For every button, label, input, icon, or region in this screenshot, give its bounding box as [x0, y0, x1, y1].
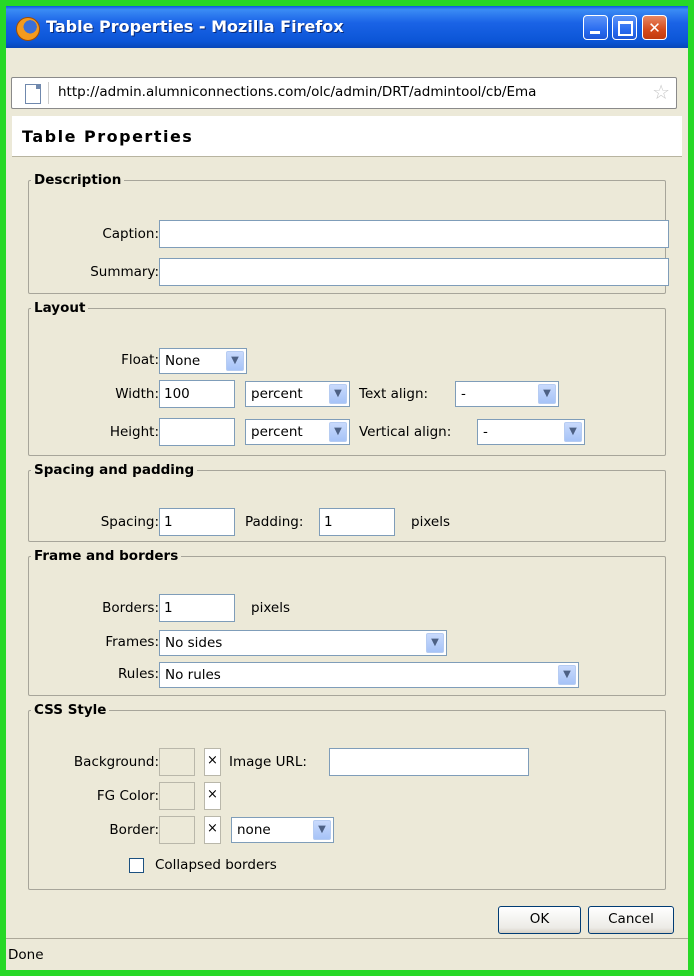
- image-url-label: Image URL:: [229, 754, 307, 770]
- float-value: None: [165, 353, 201, 369]
- chevron-down-icon: ▼: [538, 384, 556, 404]
- border-color-swatch[interactable]: [159, 816, 195, 844]
- text-align-label: Text align:: [359, 386, 429, 402]
- description-fieldset: Description Caption: Summary:: [28, 172, 669, 294]
- background-clear-icon[interactable]: ×: [204, 748, 221, 776]
- background-color-swatch[interactable]: [159, 748, 195, 776]
- height-unit-select[interactable]: percent ▼: [245, 419, 350, 445]
- frame-fieldset: Frame and borders Borders: pixels Frames…: [28, 548, 666, 696]
- chevron-down-icon: ▼: [329, 422, 347, 442]
- title-bar[interactable]: Table Properties - Mozilla Firefox ✕: [6, 6, 688, 48]
- frames-label: Frames:: [105, 634, 159, 650]
- frames-select[interactable]: No sides ▼: [159, 630, 447, 656]
- border-clear-icon[interactable]: ×: [204, 816, 221, 844]
- height-input[interactable]: [159, 418, 235, 446]
- css-style-legend: CSS Style: [34, 702, 107, 718]
- chevron-down-icon: ▼: [329, 384, 347, 404]
- css-style-fieldset: CSS Style Background: × Image URL: FG Co…: [28, 702, 666, 890]
- address-bar[interactable]: http://admin.alumniconnections.com/olc/a…: [11, 77, 677, 109]
- chevron-down-icon: ▼: [313, 820, 331, 840]
- chevron-down-icon: ▼: [558, 665, 576, 685]
- spacing-input[interactable]: [159, 508, 235, 536]
- minimize-icon[interactable]: [583, 15, 608, 40]
- border-style-value: none: [237, 822, 271, 838]
- text-align-value: -: [461, 386, 466, 402]
- width-label: Width:: [115, 386, 159, 402]
- background-label: Background:: [73, 754, 159, 770]
- rules-label: Rules:: [118, 666, 159, 682]
- text-align-select[interactable]: - ▼: [455, 381, 559, 407]
- width-unit-select[interactable]: percent ▼: [245, 381, 350, 407]
- rules-value: No rules: [165, 667, 221, 683]
- width-input[interactable]: [159, 380, 235, 408]
- collapsed-borders-checkbox[interactable]: [129, 858, 144, 873]
- width-unit-value: percent: [251, 386, 303, 402]
- vertical-align-select[interactable]: - ▼: [477, 419, 585, 445]
- padding-label: Padding:: [245, 514, 304, 530]
- summary-label: Summary:: [90, 264, 159, 280]
- bookmark-star-icon[interactable]: ☆: [652, 81, 670, 103]
- page-icon: [25, 84, 41, 104]
- layout-fieldset: Layout Float: None ▼ Width: percent ▼ Te…: [28, 300, 666, 456]
- url-text[interactable]: http://admin.alumniconnections.com/olc/a…: [58, 84, 638, 100]
- header-band: Table Properties: [12, 116, 682, 157]
- rules-select[interactable]: No rules ▼: [159, 662, 579, 688]
- firefox-window: Table Properties - Mozilla Firefox ✕ htt…: [6, 6, 688, 970]
- chevron-down-icon: ▼: [564, 422, 582, 442]
- address-bar-area: http://admin.alumniconnections.com/olc/a…: [6, 48, 688, 116]
- fg-color-swatch[interactable]: [159, 782, 195, 810]
- float-label: Float:: [121, 352, 159, 368]
- url-separator: [48, 82, 49, 104]
- close-icon[interactable]: ✕: [642, 15, 667, 40]
- fg-color-clear-icon[interactable]: ×: [204, 782, 221, 810]
- spacing-label: Spacing:: [100, 514, 159, 530]
- ok-button[interactable]: OK: [498, 906, 581, 934]
- page-title: Table Properties: [22, 127, 194, 146]
- image-url-input[interactable]: [329, 748, 529, 776]
- height-label: Height:: [109, 424, 159, 440]
- maximize-icon[interactable]: [612, 15, 637, 40]
- window-title: Table Properties - Mozilla Firefox: [46, 17, 344, 36]
- firefox-icon: [16, 17, 40, 41]
- frames-value: No sides: [165, 635, 223, 651]
- status-bar: Done: [6, 938, 688, 970]
- description-legend: Description: [34, 172, 122, 188]
- borders-unit-label: pixels: [251, 600, 290, 616]
- height-unit-value: percent: [251, 424, 303, 440]
- borders-input[interactable]: [159, 594, 235, 622]
- vertical-align-label: Vertical align:: [359, 424, 452, 440]
- border-style-select[interactable]: none ▼: [231, 817, 334, 843]
- chevron-down-icon: ▼: [226, 351, 244, 371]
- float-select[interactable]: None ▼: [159, 348, 247, 374]
- cancel-button[interactable]: Cancel: [588, 906, 674, 934]
- vertical-align-value: -: [483, 424, 488, 440]
- padding-input[interactable]: [319, 508, 395, 536]
- collapsed-borders-label: Collapsed borders: [155, 857, 277, 873]
- spacing-legend: Spacing and padding: [34, 462, 195, 478]
- caption-input[interactable]: [159, 220, 669, 248]
- spacing-unit-label: pixels: [411, 514, 450, 530]
- chevron-down-icon: ▼: [426, 633, 444, 653]
- status-text: Done: [8, 947, 44, 963]
- caption-label: Caption:: [102, 226, 159, 242]
- layout-legend: Layout: [34, 300, 86, 316]
- fg-color-label: FG Color:: [96, 788, 159, 804]
- borders-label: Borders:: [102, 600, 159, 616]
- dialog-content: Table Properties Description Caption: Su…: [12, 116, 682, 936]
- spacing-fieldset: Spacing and padding Spacing: Padding: pi…: [28, 462, 666, 542]
- frame-legend: Frame and borders: [34, 548, 179, 564]
- summary-input[interactable]: [159, 258, 669, 286]
- border-label: Border:: [109, 822, 159, 838]
